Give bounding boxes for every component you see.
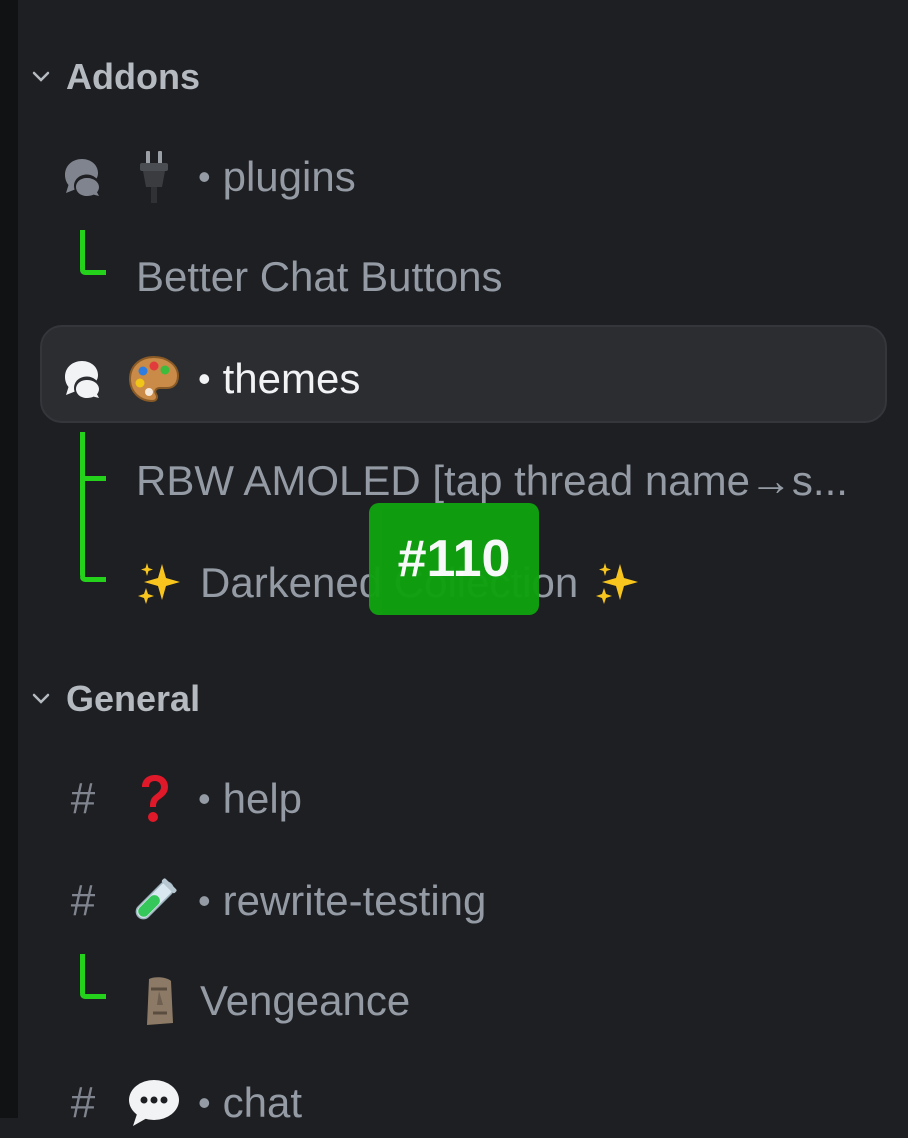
thread-name: Better Chat Buttons bbox=[136, 253, 503, 300]
forum-icon bbox=[60, 356, 106, 402]
thread-connector-foot bbox=[80, 994, 106, 999]
category-addons[interactable]: Addons bbox=[30, 52, 200, 102]
thread-connector-foot bbox=[80, 577, 106, 582]
sparkles-icon bbox=[594, 560, 640, 606]
server-rail-edge bbox=[0, 0, 18, 1118]
separator-dot: • bbox=[198, 358, 211, 399]
speech-bubble-icon bbox=[126, 1075, 182, 1131]
text-channel-hash-icon: # bbox=[70, 1078, 96, 1127]
thread-connector-foot bbox=[80, 270, 106, 275]
thread-connector bbox=[80, 230, 85, 274]
channel-name: chat bbox=[222, 1079, 302, 1126]
category-label: General bbox=[66, 678, 201, 719]
thread-connector bbox=[80, 432, 85, 580]
channel-name: plugins bbox=[222, 153, 356, 200]
channel-plugins[interactable]: • plugins bbox=[60, 142, 356, 212]
separator-dot: • bbox=[198, 778, 211, 819]
text-channel-hash-icon: # bbox=[70, 774, 96, 823]
question-mark-icon bbox=[126, 771, 182, 827]
palette-icon bbox=[126, 351, 182, 407]
thread-name: Vengeance bbox=[200, 977, 411, 1024]
test-tube-icon bbox=[126, 873, 182, 929]
channel-themes[interactable]: • themes bbox=[60, 344, 360, 414]
plug-icon bbox=[126, 149, 182, 205]
channel-chat[interactable]: # • chat bbox=[60, 1068, 302, 1138]
sparkles-icon bbox=[136, 560, 182, 606]
channel-help[interactable]: # • help bbox=[60, 764, 302, 834]
thread-better-chat-buttons[interactable]: Better Chat Buttons bbox=[136, 242, 836, 312]
forum-icon bbox=[60, 154, 106, 200]
chevron-down-icon bbox=[30, 66, 52, 88]
thread-connector-branch bbox=[80, 476, 106, 481]
separator-dot: • bbox=[198, 880, 211, 921]
chevron-down-icon bbox=[30, 688, 52, 710]
channel-rewrite-testing[interactable]: # • rewrite-testing bbox=[60, 866, 487, 936]
thread-name: RBW AMOLED [tap thread name→s... bbox=[136, 457, 848, 504]
thread-vengeance[interactable]: Vengeance bbox=[136, 966, 836, 1036]
overlay-badge: #110 bbox=[369, 503, 539, 615]
thread-connector bbox=[80, 954, 85, 998]
category-label: Addons bbox=[66, 56, 200, 97]
channel-name: help bbox=[222, 775, 303, 822]
text-channel-hash-icon: # bbox=[70, 876, 96, 925]
category-general[interactable]: General bbox=[30, 674, 200, 724]
channel-name: rewrite-testing bbox=[222, 877, 487, 924]
moai-icon bbox=[136, 977, 182, 1025]
separator-dot: • bbox=[198, 156, 211, 197]
channel-name: themes bbox=[222, 355, 361, 402]
